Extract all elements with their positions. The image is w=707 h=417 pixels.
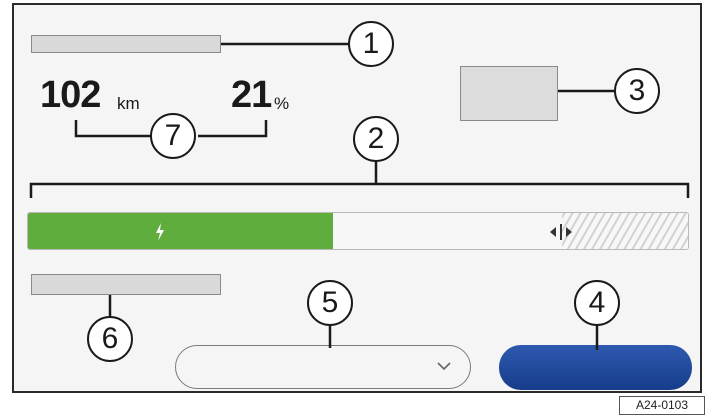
info-placeholder-box bbox=[460, 66, 558, 121]
header-label-placeholder bbox=[31, 35, 221, 53]
primary-action-button[interactable] bbox=[499, 345, 692, 390]
split-handle-icon[interactable] bbox=[548, 222, 574, 242]
charge-limit-area bbox=[562, 213, 688, 249]
charge-level-fill bbox=[28, 213, 333, 249]
callout-1: 1 bbox=[348, 21, 394, 67]
callout-6: 6 bbox=[87, 316, 133, 362]
callout-5: 5 bbox=[307, 280, 353, 326]
callout-2: 2 bbox=[353, 116, 399, 162]
footer-label-placeholder bbox=[31, 274, 221, 295]
selection-dropdown[interactable] bbox=[175, 345, 471, 389]
chevron-down-icon bbox=[437, 362, 451, 371]
figure-id-label: A24-0103 bbox=[619, 396, 705, 415]
charge-level-bar[interactable] bbox=[27, 212, 689, 250]
callout-7: 7 bbox=[150, 113, 196, 159]
range-value: 102 bbox=[40, 74, 101, 116]
callout-4: 4 bbox=[574, 280, 620, 326]
lightning-bolt-icon bbox=[156, 223, 164, 241]
charge-value: 21 bbox=[231, 74, 272, 116]
callout-3: 3 bbox=[614, 68, 660, 114]
range-unit: km bbox=[117, 94, 140, 113]
charge-unit: % bbox=[274, 94, 290, 113]
